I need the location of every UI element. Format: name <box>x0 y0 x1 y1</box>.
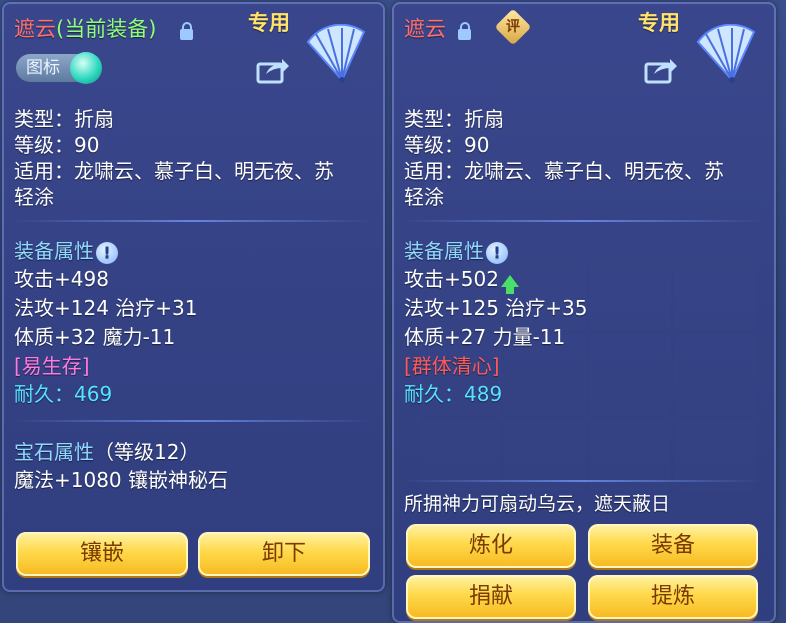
usable-by-cont: 轻涂 <box>404 185 444 209</box>
stat-magic-heal: 法攻+124 治疗+31 <box>14 296 198 320</box>
info-icon[interactable]: ! <box>96 241 118 264</box>
divider <box>12 220 372 222</box>
item-level: 等级：90 <box>14 133 100 157</box>
info-icon[interactable]: ! <box>486 241 508 264</box>
item-name: 遮云(当前装备) <box>14 16 156 42</box>
durability: 耐久：489 <box>404 381 502 407</box>
equipped-label: (当前装备) <box>56 17 157 41</box>
attribute-header: 装备属性! <box>404 238 508 264</box>
durability-label: 耐久： <box>404 382 464 406</box>
attribute-title: 装备属性 <box>404 239 484 263</box>
special-effect: [群体清心] <box>404 354 500 378</box>
stat-attack: 攻击+502 <box>404 266 519 294</box>
item-level: 等级：90 <box>404 133 490 157</box>
stat-magic-heal: 法攻+125 治疗+35 <box>404 296 588 320</box>
item-type: 类型：折扇 <box>14 107 114 131</box>
durability-value: 469 <box>74 382 113 406</box>
special-effect: [易生存] <box>14 354 90 378</box>
gem-header: 宝石属性（等级12） <box>14 439 199 465</box>
gem-title: 宝石属性 <box>14 440 94 464</box>
refine-button[interactable]: 炼化 <box>406 524 576 568</box>
usable-by: 适用：龙啸云、慕子白、明无夜、苏 <box>404 159 724 183</box>
durability-value: 489 <box>464 382 503 406</box>
item-type: 类型：折扇 <box>404 107 504 131</box>
folding-fan-icon <box>306 24 366 83</box>
extract-button[interactable]: 提炼 <box>588 575 758 619</box>
share-icon[interactable] <box>256 56 290 84</box>
stat-attack: 攻击+498 <box>14 267 109 291</box>
inlay-button[interactable]: 镶嵌 <box>16 532 188 576</box>
divider <box>402 220 762 222</box>
arrow-up-icon <box>500 274 519 294</box>
bag-item-tooltip: 遮云 评 专用 类型：折扇 等级：90 适用：龙啸云、慕子白、明无夜、苏 轻涂 … <box>392 2 776 623</box>
icon-toggle[interactable]: 图标 <box>16 52 102 84</box>
attribute-header: 装备属性! <box>14 238 118 264</box>
usable-by: 适用：龙啸云、慕子白、明无夜、苏 <box>14 159 334 183</box>
lock-icon <box>180 22 193 40</box>
gem-level: （等级12） <box>94 440 200 464</box>
stat-attack-text: 攻击+502 <box>404 267 499 291</box>
icon-toggle-label: 图标 <box>26 58 60 78</box>
orb-icon <box>70 52 102 84</box>
item-name-text: 遮云 <box>14 17 56 41</box>
rating-icon-label: 评 <box>506 19 520 35</box>
equip-button[interactable]: 装备 <box>588 524 758 568</box>
equipped-item-tooltip: 遮云(当前装备) 专用 图标 类型：折扇 等级：90 适用：龙啸云、慕子白、明无… <box>2 2 385 592</box>
durability: 耐久：469 <box>14 381 112 407</box>
attribute-title: 装备属性 <box>14 239 94 263</box>
usable-by-cont: 轻涂 <box>14 185 54 209</box>
item-description: 所拥神力可扇动乌云，遮天蔽日 <box>404 493 671 515</box>
stat-physique-strength: 体质+27 力量-11 <box>404 325 566 349</box>
divider <box>12 420 372 422</box>
item-name: 遮云 <box>404 17 446 41</box>
stat-physique-mp: 体质+32 魔力-11 <box>14 325 176 349</box>
unequip-button[interactable]: 卸下 <box>198 532 370 576</box>
donate-button[interactable]: 捐献 <box>406 575 576 619</box>
share-icon[interactable] <box>644 56 678 84</box>
exclusive-label: 专用 <box>638 11 680 35</box>
divider <box>402 480 762 482</box>
durability-label: 耐久： <box>14 382 74 406</box>
gem-effect: 魔法+1080 镶嵌神秘石 <box>14 468 229 492</box>
folding-fan-icon <box>696 24 756 83</box>
rating-icon[interactable]: 评 <box>494 8 532 46</box>
exclusive-label: 专用 <box>248 11 290 35</box>
lock-icon <box>458 22 471 40</box>
